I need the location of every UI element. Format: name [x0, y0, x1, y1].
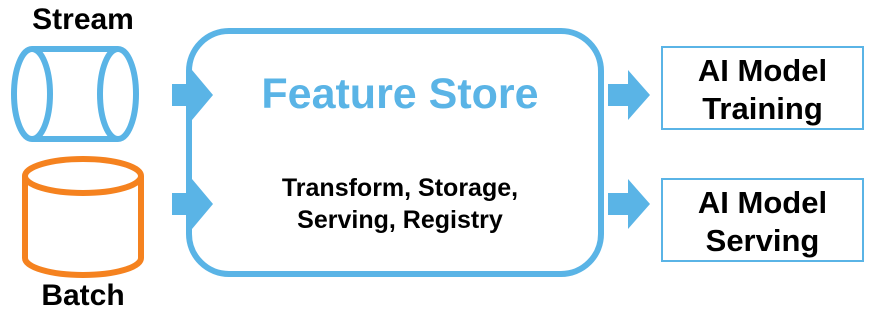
ai-model-training-box: AI Model Training: [661, 46, 864, 130]
serving-line2: Serving: [705, 223, 820, 258]
batch-label: Batch: [41, 279, 125, 312]
feature-store-title: Feature Store: [261, 70, 539, 118]
ai-model-serving-box: AI Model Serving: [661, 178, 864, 262]
stream-label: Stream: [32, 3, 134, 36]
arrow-right-icon: [608, 179, 650, 229]
feature-store-description: Transform, Storage, Serving, Registry: [200, 172, 600, 236]
stream-cylinder-icon: [11, 46, 139, 142]
serving-line1: AI Model: [697, 185, 828, 220]
training-line1: AI Model: [697, 53, 828, 88]
feature-store-diagram: Stream Batch Feature Store Transform, St…: [0, 0, 869, 315]
arrow-right-icon: [608, 70, 650, 120]
feature-store-desc-line2: Serving, Registry: [297, 206, 503, 234]
training-line2: Training: [702, 91, 823, 126]
feature-store-desc-line1: Transform, Storage,: [281, 174, 519, 202]
batch-cylinder-icon: [22, 156, 144, 278]
